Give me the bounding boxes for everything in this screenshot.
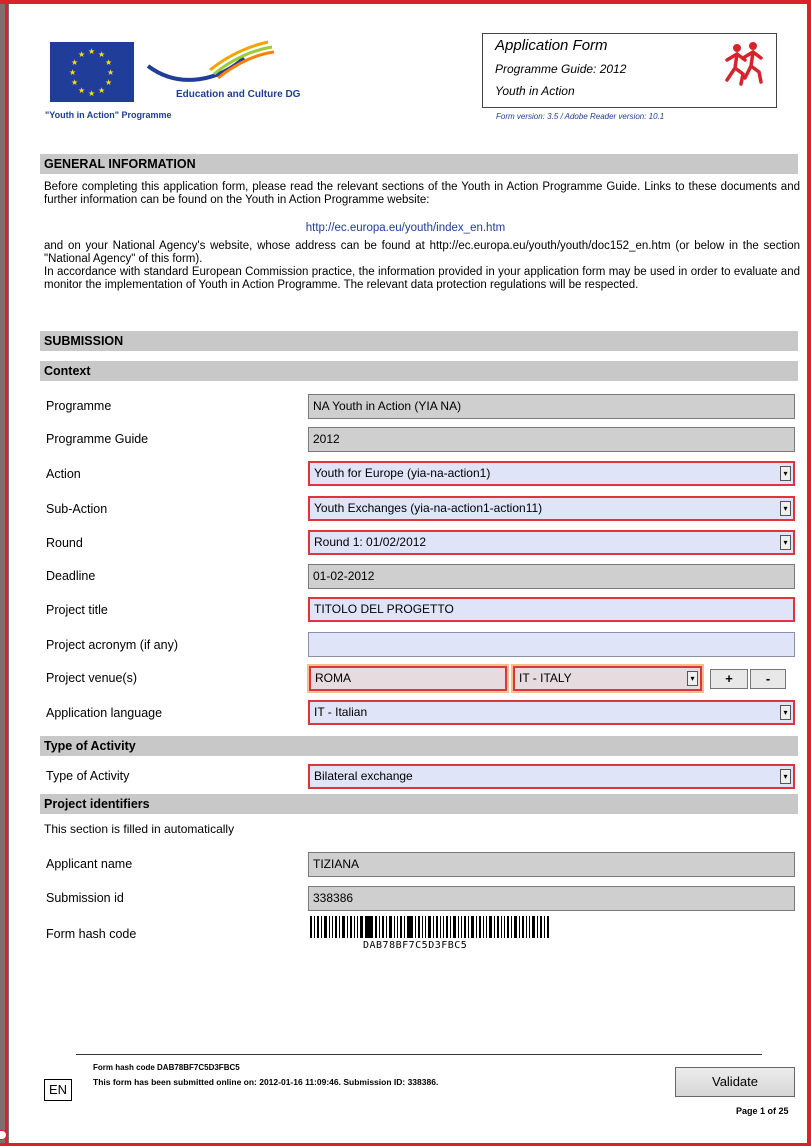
venue-country-select[interactable]: IT - ITALY ▾ [513,666,702,691]
chevron-down-icon[interactable]: ▾ [780,466,791,481]
sub-action-select[interactable]: Youth Exchanges (yia-na-action1-action11… [308,496,795,521]
runners-logo-icon [725,42,763,86]
yia-programme-label: "Youth in Action" Programme [45,110,172,120]
chevron-down-icon[interactable]: ▾ [687,671,698,686]
form-hash-code-value: DAB78BF7C5D3FBC5 [363,940,468,951]
programme-field: NA Youth in Action (YIA NA) [308,394,795,419]
language-badge: EN [44,1079,72,1101]
programme-label: Programme [46,399,112,413]
round-label: Round [46,536,83,550]
application-form-title: Application Form [495,37,608,54]
round-select[interactable]: Round 1: 01/02/2012 ▾ [308,530,795,555]
top-border [0,0,811,4]
applicant-name-field: TIZIANA [308,852,795,877]
sub-action-value: Youth Exchanges (yia-na-action1-action11… [314,501,543,515]
action-value: Youth for Europe (yia-na-action1) [314,466,491,480]
eac-label: Education and Culture DG [176,89,301,100]
youth-website-link[interactable]: http://ec.europa.eu/youth/index_en.htm [0,222,811,234]
submission-heading: SUBMISSION [40,331,798,351]
submission-id-field: 338386 [308,886,795,911]
application-language-label: Application language [46,706,163,720]
general-paragraph-3: In accordance with standard European Com… [44,266,800,291]
submission-id-label: Submission id [46,891,124,905]
project-title-input[interactable]: TITOLO DEL PROGETTO [308,597,795,622]
validate-button[interactable]: Validate [675,1067,795,1097]
round-value: Round 1: 01/02/2012 [314,535,427,549]
eu-flag-logo: ★ ★ ★ ★ ★ ★ ★ ★ ★ ★ ★ ★ [50,42,134,102]
programme-guide-field-label: Programme Guide [46,432,149,446]
general-paragraph-1: Before completing this application form,… [44,181,800,206]
application-language-value: IT - Italian [314,705,368,719]
general-information-heading: GENERAL INFORMATION [40,154,798,174]
action-select[interactable]: Youth for Europe (yia-na-action1) ▾ [308,461,795,486]
deadline-field: 01-02-2012 [308,564,795,589]
deadline-label: Deadline [46,569,96,583]
youth-in-action-label: Youth in Action [495,84,575,98]
barcode-icon [310,916,549,938]
application-form-box: Application Form Programme Guide: 2012 Y… [482,33,777,108]
lifelong-learning-swoosh-logo [146,40,275,82]
add-venue-button[interactable]: + [710,669,748,689]
page-number: Page 1 of 25 [736,1106,789,1116]
footer-submission-info: This form has been submitted online on: … [93,1077,439,1087]
form-hash-code-label: Form hash code [46,927,137,941]
auto-filled-note: This section is filled in automatically [44,822,235,836]
chevron-down-icon[interactable]: ▾ [780,535,791,550]
type-of-activity-heading: Type of Activity [40,736,798,756]
project-acronym-label: Project acronym (if any) [46,638,178,652]
application-language-select[interactable]: IT - Italian ▾ [308,700,795,725]
project-acronym-input[interactable] [308,632,795,657]
applicant-name-label: Applicant name [46,857,133,871]
remove-venue-button[interactable]: - [750,669,786,689]
programme-guide-field: 2012 [308,427,795,452]
chevron-down-icon[interactable]: ▾ [780,769,791,784]
type-of-activity-label: Type of Activity [46,769,130,783]
type-of-activity-select[interactable]: Bilateral exchange ▾ [308,764,795,789]
left-border-accent [5,0,8,1146]
venue-city-input[interactable]: ROMA [309,666,507,691]
type-of-activity-value: Bilateral exchange [314,769,413,783]
right-border [807,0,811,1146]
action-label: Action [46,467,81,481]
footer-hash-code: Form hash code DAB78BF7C5D3FBC5 [93,1063,240,1072]
footer-divider [76,1054,762,1055]
project-venue-label: Project venue(s) [46,671,138,685]
project-identifiers-heading: Project identifiers [40,794,798,814]
project-title-label: Project title [46,603,108,617]
general-paragraph-2: and on your National Agency's website, w… [44,240,800,265]
chevron-down-icon[interactable]: ▾ [780,705,791,720]
programme-guide-label: Programme Guide: 2012 [495,62,627,76]
sub-action-label: Sub-Action [46,502,108,516]
venue-country-value: IT - ITALY [519,671,572,685]
form-version-label: Form version: 3.5 / Adobe Reader version… [496,112,665,121]
context-heading: Context [40,361,798,381]
chevron-down-icon[interactable]: ▾ [780,501,791,516]
